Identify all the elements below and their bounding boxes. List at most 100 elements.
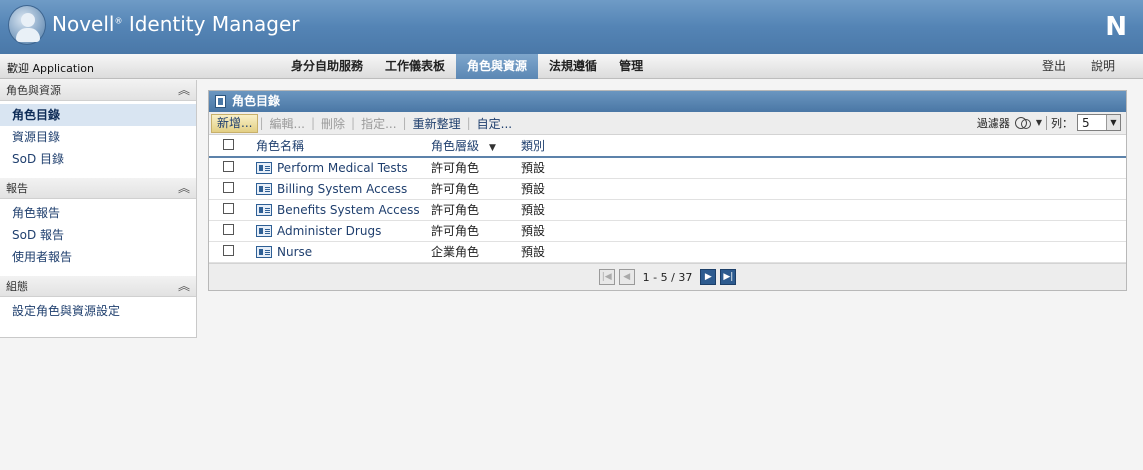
- new-button[interactable]: 新增...: [211, 113, 259, 133]
- row-checkbox-cell: [209, 199, 256, 221]
- role-name-cell: Nurse: [256, 241, 431, 263]
- sidebar-section-title: 角色與資源: [6, 84, 61, 97]
- role-icon: [256, 245, 272, 258]
- role-name: Perform Medical Tests: [277, 160, 408, 175]
- row-checkbox[interactable]: [223, 223, 234, 235]
- assign-button[interactable]: 指定...: [356, 115, 401, 132]
- filter-label: 過濾器: [976, 116, 1010, 130]
- role-level-cell: 許可角色: [431, 178, 521, 200]
- app-header: Novell® Identity Manager N: [0, 0, 1143, 54]
- collapse-chevron-icon[interactable]: ︽: [178, 178, 190, 199]
- column-header-label: 角色層級: [431, 139, 480, 153]
- role-icon: [256, 224, 272, 237]
- category-cell: 預設: [521, 220, 1126, 242]
- help-link[interactable]: 說明: [1091, 54, 1115, 79]
- filter-icon[interactable]: [1014, 116, 1032, 130]
- column-header-category[interactable]: 類別: [521, 135, 1126, 158]
- sidebar-item-sod-reports[interactable]: SoD 報告: [0, 224, 196, 246]
- user-logo-icon: [8, 5, 46, 45]
- customize-button[interactable]: 自定...: [472, 115, 517, 132]
- role-name: Administer Drugs: [277, 223, 382, 238]
- role-name-cell: Benefits System Access: [256, 199, 431, 221]
- row-checkbox[interactable]: [223, 160, 234, 172]
- panel-toolbar: 新增... | 編輯... | 刪除 | 指定... | 重新整理 | 自定..…: [209, 112, 1126, 135]
- role-name: Billing System Access: [277, 181, 408, 196]
- role-level-cell: 企業角色: [431, 241, 521, 263]
- tab-compliance[interactable]: 法規遵循: [538, 54, 608, 79]
- tab-work-dashboard[interactable]: 工作儀表板: [374, 54, 456, 79]
- toolbar-divider: [1046, 115, 1047, 130]
- row-checkbox-cell: [209, 220, 256, 242]
- app-title: Novell® Identity Manager: [52, 12, 300, 36]
- sidebar-section-title: 報告: [6, 182, 28, 195]
- rows-label: 列：: [1051, 116, 1073, 130]
- rows-per-page-select[interactable]: 5 ▼: [1077, 114, 1121, 131]
- filter-dropdown-arrow-icon[interactable]: ▼: [1036, 118, 1042, 127]
- select-arrow-icon[interactable]: ▼: [1106, 115, 1120, 130]
- tab-roles-and-resources[interactable]: 角色與資源: [456, 54, 539, 79]
- role-link[interactable]: Benefits System Access: [256, 203, 431, 217]
- role-icon: [256, 203, 272, 216]
- role-link[interactable]: Nurse: [256, 245, 431, 259]
- table-row: Perform Medical Tests 許可角色 預設: [209, 157, 1126, 179]
- sidebar-item-resource-catalog[interactable]: 資源目錄: [0, 126, 196, 148]
- sidebar-item-role-reports[interactable]: 角色報告: [0, 202, 196, 224]
- category-cell: 預設: [521, 157, 1126, 179]
- delete-button[interactable]: 刪除: [316, 115, 350, 132]
- panel-title: 角色目錄: [232, 94, 281, 108]
- sidebar-section-header[interactable]: 報告 ︽: [0, 178, 196, 199]
- collapse-chevron-icon[interactable]: ︽: [178, 80, 190, 101]
- column-header-role-name[interactable]: 角色名稱: [256, 135, 431, 158]
- role-level-cell: 許可角色: [431, 199, 521, 221]
- role-name-cell: Billing System Access: [256, 178, 431, 200]
- refresh-button[interactable]: 重新整理: [408, 115, 466, 132]
- tab-identity-self-service[interactable]: 身分自助服務: [280, 54, 374, 79]
- toolbar-right: 過濾器 ▼ 列： 5 ▼: [977, 114, 1121, 131]
- sidebar-item-configure-settings[interactable]: 設定角色與資源設定: [0, 300, 196, 322]
- sidebar: 角色與資源 ︽ 角色目錄 資源目錄 SoD 目錄 報告 ︽ 角色報告 SoD 報…: [0, 80, 197, 338]
- role-name-cell: Perform Medical Tests: [256, 157, 431, 179]
- row-checkbox[interactable]: [223, 202, 234, 214]
- row-checkbox-cell: [209, 178, 256, 200]
- pagination-bar: |◀ ◀ 1 - 5 / 37 ▶ ▶|: [209, 263, 1126, 290]
- last-page-icon[interactable]: ▶|: [720, 269, 737, 285]
- top-navbar: 歡迎 Application 身分自助服務 工作儀表板 角色與資源 法規遵循 管…: [0, 54, 1143, 79]
- row-checkbox-cell: [209, 241, 256, 263]
- tab-administration[interactable]: 管理: [608, 54, 654, 79]
- role-name-cell: Administer Drugs: [256, 220, 431, 242]
- row-checkbox[interactable]: [223, 181, 234, 193]
- collapse-chevron-icon[interactable]: ︽: [178, 276, 190, 297]
- page-range-text: 1 - 5 / 37: [642, 270, 693, 284]
- role-catalog-panel: 角色目錄 新增... | 編輯... | 刪除 | 指定... | 重新整理 |…: [208, 90, 1127, 291]
- brand-name: Novell: [52, 12, 115, 36]
- column-header-role-level[interactable]: 角色層級 ▼: [431, 135, 521, 158]
- role-table: 角色名稱 角色層級 ▼ 類別 Perform Medical Tests 許可角色…: [209, 135, 1126, 263]
- row-checkbox[interactable]: [223, 244, 234, 256]
- category-cell: 預設: [521, 199, 1126, 221]
- edit-button[interactable]: 編輯...: [265, 115, 310, 132]
- first-page-icon[interactable]: |◀: [598, 269, 615, 285]
- catalog-icon: [215, 95, 226, 108]
- logout-link[interactable]: 登出: [1042, 54, 1066, 79]
- welcome-text: 歡迎 Application: [7, 62, 94, 75]
- sidebar-item-role-catalog[interactable]: 角色目錄: [0, 104, 196, 126]
- next-page-icon[interactable]: ▶: [700, 269, 717, 285]
- role-link[interactable]: Perform Medical Tests: [256, 161, 431, 175]
- rows-per-page-value: 5: [1082, 115, 1090, 130]
- product-name: Identity Manager: [128, 12, 300, 36]
- role-link[interactable]: Administer Drugs: [256, 224, 431, 238]
- role-name: Benefits System Access: [277, 202, 420, 217]
- role-level-cell: 許可角色: [431, 157, 521, 179]
- filter-sort-icon[interactable]: ▼: [489, 143, 496, 153]
- registered-mark: ®: [114, 16, 123, 26]
- sidebar-item-user-reports[interactable]: 使用者報告: [0, 246, 196, 268]
- sidebar-section-header[interactable]: 組態 ︽: [0, 276, 196, 297]
- prev-page-icon[interactable]: ◀: [618, 269, 635, 285]
- select-all-checkbox[interactable]: [223, 138, 234, 150]
- category-cell: 預設: [521, 241, 1126, 263]
- role-name: Nurse: [277, 244, 313, 259]
- sidebar-section-header[interactable]: 角色與資源 ︽: [0, 80, 196, 101]
- role-link[interactable]: Billing System Access: [256, 182, 431, 196]
- sidebar-item-sod-catalog[interactable]: SoD 目錄: [0, 148, 196, 170]
- panel-title-bar: 角色目錄: [209, 91, 1126, 112]
